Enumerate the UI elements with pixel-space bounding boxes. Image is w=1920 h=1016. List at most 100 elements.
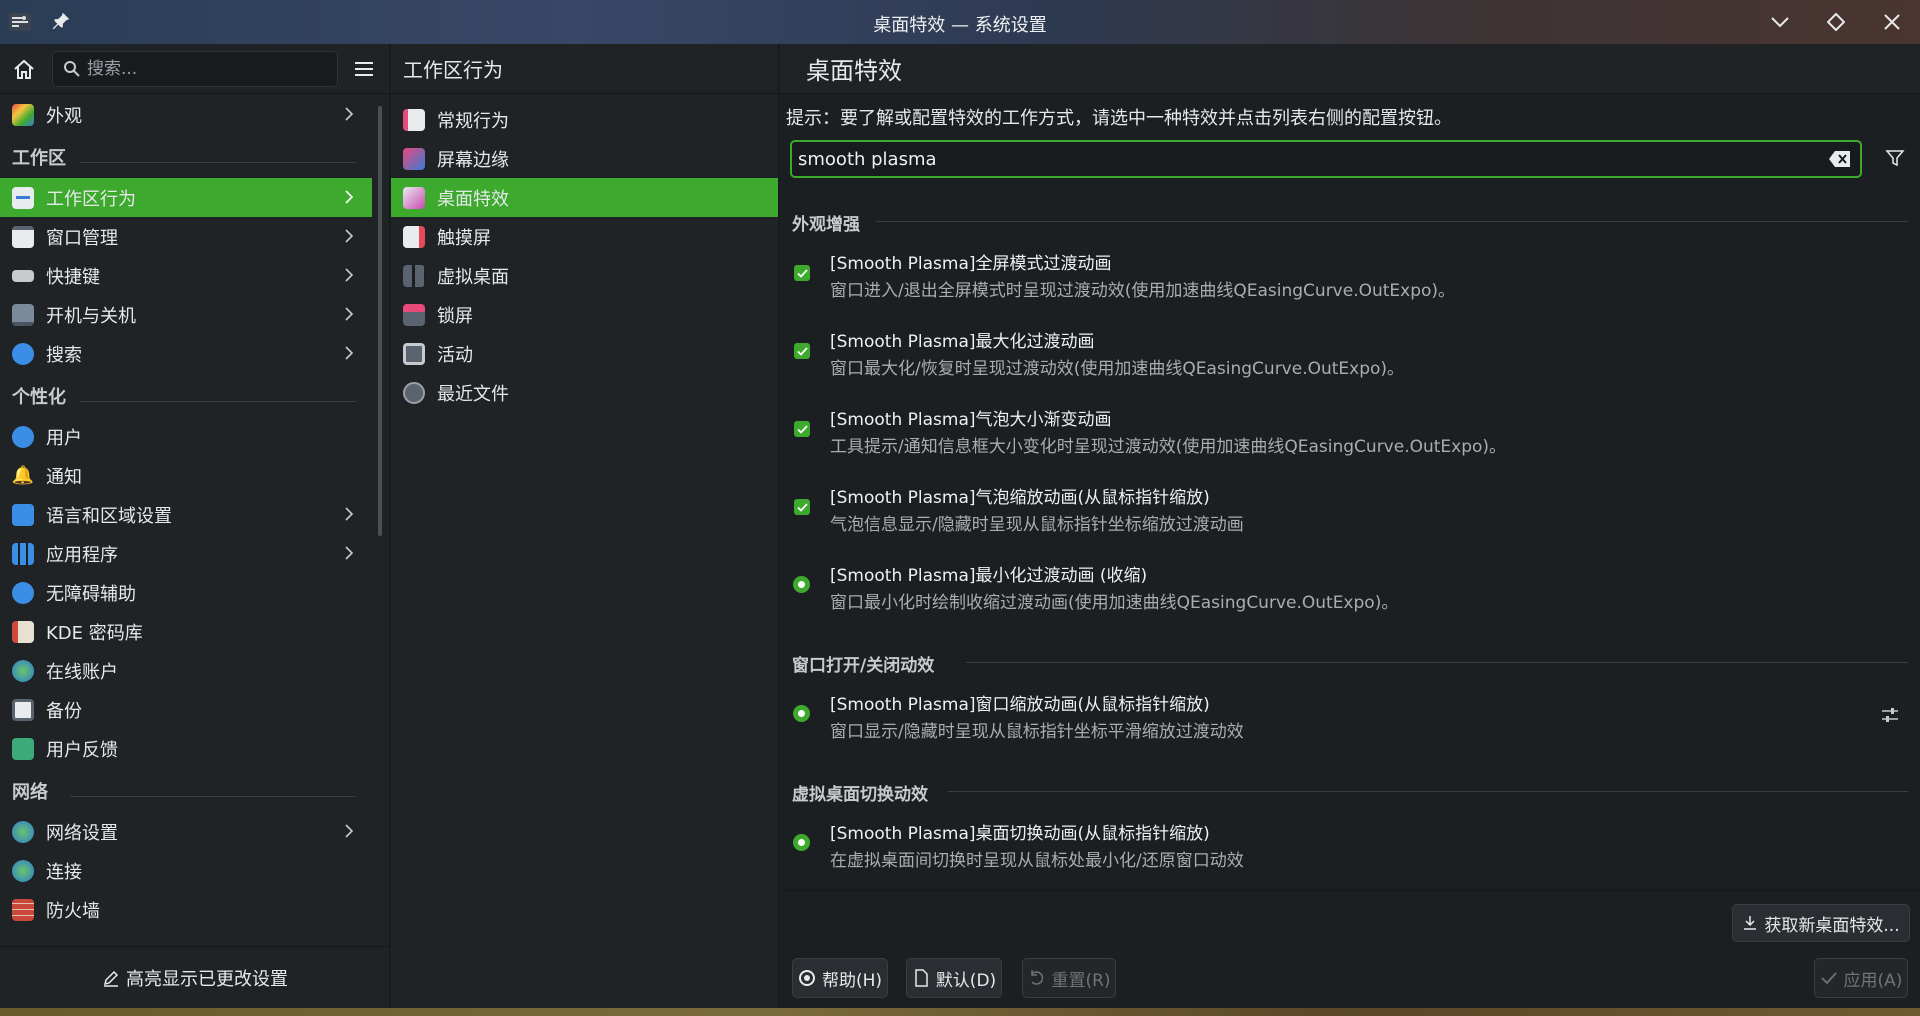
checkmark-icon — [796, 424, 808, 434]
effect-row[interactable]: [Smooth Plasma]气泡缩放动画(从鼠标指针缩放) 气泡信息显示/隐藏… — [780, 478, 1920, 542]
subcategory-screen-edges[interactable]: 屏幕边缘 — [391, 139, 778, 178]
sidebar-item-users[interactable]: 用户 — [0, 417, 372, 456]
sidebar-item-connections[interactable]: 连接 — [0, 851, 372, 890]
reset-label: 重置(R) — [1051, 970, 1111, 991]
sidebar-item-window-management[interactable]: 窗口管理 — [0, 217, 372, 256]
group-title: 窗口打开/关闭动效 — [792, 656, 935, 676]
effect-description: 在虚拟桌面间切换时呈现从鼠标处最小化/还原窗口动效 — [830, 851, 1244, 871]
help-button[interactable]: 帮助(H) — [792, 958, 888, 998]
sidebar-item-firewall[interactable]: 防火墙 — [0, 890, 372, 929]
category-personalization: 个性化 — [0, 373, 372, 417]
effects-filter-field[interactable] — [790, 140, 1862, 178]
search-icon — [64, 61, 80, 77]
sidebar-item-shortcuts[interactable]: 快捷键 — [0, 256, 372, 295]
effect-radio-button[interactable] — [793, 705, 810, 722]
sidebar-item-notifications[interactable]: 🔔 通知 — [0, 456, 372, 495]
effects-filter-input[interactable] — [798, 147, 1798, 171]
sidebar-item-kde-wallet[interactable]: KDE 密码库 — [0, 612, 372, 651]
help-icon — [798, 970, 815, 986]
sidebar-item-language-region[interactable]: 语言和区域设置 — [0, 495, 372, 534]
defaults-button[interactable]: 默认(D) — [906, 958, 1002, 998]
effect-radio-button[interactable] — [793, 576, 810, 593]
sidebar-item-online-accounts[interactable]: 在线账户 — [0, 651, 372, 690]
help-label: 帮助(H) — [821, 970, 883, 991]
category-title: 个性化 — [12, 387, 66, 408]
chevron-down-icon — [1771, 17, 1789, 28]
sidebar-item-applications[interactable]: 应用程序 — [0, 534, 372, 573]
sidebar-item-backup[interactable]: 备份 — [0, 690, 372, 729]
divider — [780, 890, 1920, 891]
checkmark-icon — [796, 346, 808, 356]
sidebar-item-network-settings[interactable]: 网络设置 — [0, 812, 372, 851]
reset-button[interactable]: 重置(R) — [1022, 958, 1116, 998]
pencil-icon — [103, 970, 119, 987]
subcategory-touchscreen[interactable]: 触摸屏 — [391, 217, 778, 256]
sidebar-item-label: 用户 — [46, 427, 82, 449]
chat-bubble-icon — [12, 737, 34, 760]
highlight-changed-settings-button[interactable]: 高亮显示已更改设置 — [0, 946, 390, 1008]
subcategory-recent-files[interactable]: 最近文件 — [391, 373, 778, 412]
subcategory-activities[interactable]: 活动 — [391, 334, 778, 373]
effect-row[interactable]: [Smooth Plasma]桌面切换动画(从鼠标指针缩放) 在虚拟桌面间切换时… — [780, 814, 1920, 878]
effect-row[interactable]: [Smooth Plasma]最大化过渡动画 窗口最大化/恢复时呈现过渡动效(使… — [780, 322, 1920, 386]
group-divider — [876, 221, 1908, 222]
window-management-icon — [12, 225, 34, 248]
effect-radio-button[interactable] — [793, 834, 810, 851]
chevron-right-icon — [345, 824, 354, 838]
effect-row[interactable]: [Smooth Plasma]气泡大小渐变动画 工具提示/通知信息框大小变化时呈… — [780, 400, 1920, 464]
home-icon[interactable] — [12, 58, 36, 82]
category-network: 网络 — [0, 768, 372, 812]
close-button[interactable] — [1878, 8, 1906, 36]
divider — [70, 796, 356, 797]
subcategory-desktop-effects[interactable]: 桌面特效 — [391, 178, 778, 217]
subcategory-virtual-desktops[interactable]: 虚拟桌面 — [391, 256, 778, 295]
effect-checkbox[interactable] — [794, 265, 810, 281]
effect-row[interactable]: [Smooth Plasma]全屏模式过渡动画 窗口进入/退出全屏模式时呈现过渡… — [780, 244, 1920, 308]
clock-icon — [403, 381, 425, 404]
maximize-button[interactable] — [1822, 8, 1850, 36]
subcategory-screen-locking[interactable]: 锁屏 — [391, 295, 778, 334]
apply-button[interactable]: 应用(A) — [1814, 958, 1908, 998]
filter-icon[interactable] — [1885, 148, 1905, 168]
effect-description: 工具提示/通知信息框大小变化时呈现过渡动效(使用加速曲线QEasingCurve… — [830, 437, 1507, 457]
workspace-behavior-icon — [12, 186, 34, 209]
sidebar-item-appearance[interactable]: 外观 — [0, 95, 372, 134]
divider — [80, 162, 356, 163]
group-title: 虚拟桌面切换动效 — [792, 785, 928, 805]
hamburger-menu-icon[interactable] — [352, 58, 376, 80]
title-bar: 桌面特效 — 系统设置 — [0, 0, 1920, 44]
sidebar-item-label: 搜索 — [46, 344, 82, 366]
clear-text-icon[interactable] — [1828, 150, 1852, 168]
search-icon — [12, 342, 34, 365]
apply-label: 应用(A) — [1843, 970, 1903, 991]
get-new-effects-button[interactable]: 获取新桌面特效... — [1732, 904, 1910, 942]
desktop-effects-icon — [403, 186, 425, 209]
sidebar-item-label: 外观 — [46, 105, 82, 127]
subcategory-general-behavior[interactable]: 常规行为 — [391, 100, 778, 139]
configure-icon[interactable] — [1880, 705, 1900, 725]
sidebar-item-label: 备份 — [46, 700, 82, 722]
search-field[interactable] — [52, 51, 338, 87]
sidebar-item-search[interactable]: 搜索 — [0, 334, 372, 373]
subcategory-label: 桌面特效 — [437, 188, 509, 210]
sidebar-item-startup-shutdown[interactable]: 开机与关机 — [0, 295, 372, 334]
search-input[interactable] — [87, 57, 327, 81]
effect-name: [Smooth Plasma]气泡大小渐变动画 — [830, 410, 1112, 430]
sidebar-item-workspace-behavior[interactable]: 工作区行为 — [0, 178, 372, 217]
sidebar-item-label: 应用程序 — [46, 544, 118, 566]
effect-checkbox[interactable] — [794, 343, 810, 359]
effect-row[interactable]: [Smooth Plasma]窗口缩放动画(从鼠标指针缩放) 窗口显示/隐藏时呈… — [780, 685, 1920, 749]
minimize-button[interactable] — [1766, 8, 1794, 36]
sidebar-scrollbar[interactable] — [378, 106, 382, 536]
sidebar-item-accessibility[interactable]: 无障碍辅助 — [0, 573, 372, 612]
effect-checkbox[interactable] — [794, 421, 810, 437]
effect-checkbox[interactable] — [794, 499, 810, 515]
sidebar-item-user-feedback[interactable]: 用户反馈 — [0, 729, 372, 768]
sidebar-item-label: 通知 — [46, 466, 82, 488]
subcategory-panel: 工作区行为 常规行为 屏幕边缘 桌面特效 触摸屏 虚拟桌面 锁屏 活动 最近文件 — [391, 44, 779, 1008]
get-new-label: 获取新桌面特效... — [1764, 915, 1900, 936]
sidebar-item-label: 用户反馈 — [46, 739, 118, 761]
sidebar-item-label: 网络设置 — [46, 822, 118, 844]
main-content: 桌面特效 提示：要了解或配置特效的工作方式，请选中一种特效并点击列表右侧的配置按… — [780, 44, 1920, 1008]
effect-row[interactable]: [Smooth Plasma]最小化过渡动画 (收缩) 窗口最小化时绘制收缩过渡… — [780, 556, 1920, 620]
